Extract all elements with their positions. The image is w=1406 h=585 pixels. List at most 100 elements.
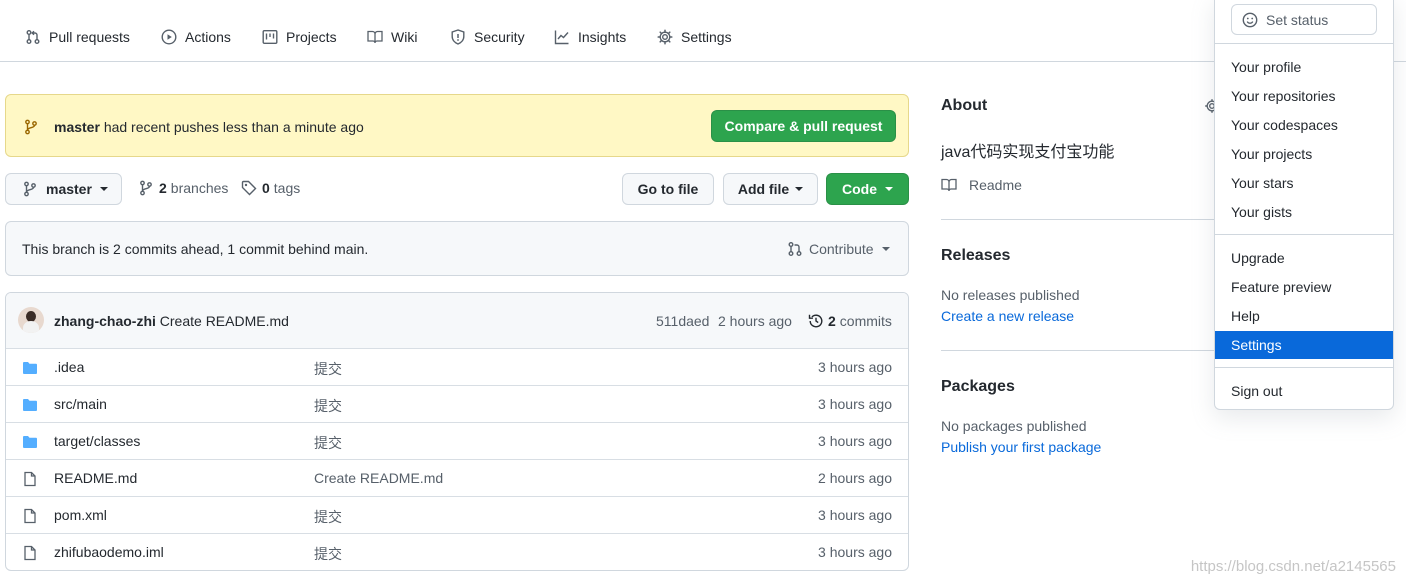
play-icon (161, 29, 177, 45)
branch-icon (22, 181, 38, 197)
branches-link[interactable]: 2 branches (138, 180, 228, 196)
tags-count: 0 (262, 180, 270, 196)
about-heading: About (941, 97, 988, 114)
file-age: 3 hours ago (818, 359, 892, 375)
menu-item-help[interactable]: Help (1215, 302, 1393, 330)
divider (941, 350, 1221, 351)
tags-label: tags (273, 180, 301, 196)
file-commit-message[interactable]: 提交 (314, 544, 342, 564)
tab-insights[interactable]: Insights (554, 27, 626, 47)
contribute-label: Contribute (809, 241, 874, 257)
menu-item-your-projects[interactable]: Your projects (1215, 140, 1393, 168)
readme-link[interactable]: Readme (941, 177, 1022, 193)
file-name[interactable]: README.md (54, 470, 137, 486)
menu-item-feature-preview[interactable]: Feature preview (1215, 273, 1393, 301)
user-menu-dropdown: Set status Your profile Your repositorie… (1214, 0, 1394, 410)
tab-actions[interactable]: Actions (161, 27, 231, 47)
book-icon (367, 29, 383, 45)
add-file-button[interactable]: Add file (723, 173, 818, 205)
file-icon (22, 508, 38, 524)
tab-label: Settings (681, 29, 732, 45)
branch-compare-box: This branch is 2 commits ahead, 1 commit… (5, 221, 909, 276)
table-row[interactable]: .idea 提交 3 hours ago (6, 348, 908, 385)
commit-sha[interactable]: 511daed (656, 313, 709, 329)
table-row[interactable]: src/main 提交 3 hours ago (6, 385, 908, 422)
folder-icon (22, 360, 38, 376)
menu-divider (1215, 367, 1393, 368)
releases-heading[interactable]: Releases (941, 247, 1010, 265)
tag-icon (241, 180, 257, 196)
table-row[interactable]: zhifubaodemo.iml 提交 3 hours ago (6, 533, 908, 570)
latest-commit-bar: zhang-chao-zhi Create README.md 511daed … (6, 293, 908, 348)
branches-count: 2 (159, 180, 167, 196)
file-commit-message[interactable]: 提交 (314, 507, 342, 527)
menu-item-settings[interactable]: Settings (1215, 331, 1393, 359)
tags-link[interactable]: 0 tags (241, 180, 300, 196)
go-to-file-button[interactable]: Go to file (622, 173, 714, 205)
tab-security[interactable]: Security (450, 27, 525, 47)
file-commit-message[interactable]: 提交 (314, 359, 342, 379)
tab-projects[interactable]: Projects (262, 27, 337, 47)
menu-item-upgrade[interactable]: Upgrade (1215, 244, 1393, 272)
menu-item-your-gists[interactable]: Your gists (1215, 198, 1393, 226)
menu-item-your-stars[interactable]: Your stars (1215, 169, 1393, 197)
commits-link[interactable]: 2 commits (808, 313, 892, 329)
file-commit-message[interactable]: 提交 (314, 396, 342, 416)
commit-time: 2 hours ago (718, 313, 792, 329)
commit-summary: zhang-chao-zhi Create README.md (54, 313, 289, 329)
menu-item-your-codespaces[interactable]: Your codespaces (1215, 111, 1393, 139)
file-name[interactable]: src/main (54, 396, 107, 412)
repo-description: java代码实现支付宝功能 (941, 144, 1115, 161)
file-name[interactable]: target/classes (54, 433, 140, 449)
menu-divider (1215, 234, 1393, 235)
divider (941, 219, 1221, 220)
file-commit-message[interactable]: Create README.md (314, 470, 443, 486)
tab-label: Insights (578, 29, 627, 45)
compare-pull-request-button[interactable]: Compare & pull request (711, 110, 896, 142)
tab-pull-requests[interactable]: Pull requests (25, 27, 130, 47)
table-row[interactable]: pom.xml 提交 3 hours ago (6, 496, 908, 533)
tab-wiki[interactable]: Wiki (367, 27, 417, 47)
set-status-button[interactable]: Set status (1231, 4, 1377, 35)
menu-item-your-profile[interactable]: Your profile (1215, 53, 1393, 81)
contribute-button[interactable]: Contribute (787, 241, 890, 257)
no-packages-text: No packages published (941, 418, 1087, 434)
banner-branch[interactable]: master (54, 119, 100, 135)
shield-icon (450, 29, 466, 45)
tab-settings[interactable]: Settings (657, 27, 732, 47)
file-age: 3 hours ago (818, 433, 892, 449)
menu-item-sign-out[interactable]: Sign out (1215, 377, 1393, 405)
file-icon (22, 545, 38, 561)
folder-icon (22, 434, 38, 450)
create-release-link[interactable]: Create a new release (941, 308, 1074, 324)
branch-select-button[interactable]: master (5, 173, 122, 205)
book-icon (941, 177, 957, 193)
publish-package-link[interactable]: Publish your first package (941, 439, 1101, 455)
smiley-icon (1242, 12, 1258, 28)
no-releases-text: No releases published (941, 287, 1080, 303)
commits-label: commits (839, 313, 892, 329)
tab-label: Security (474, 29, 525, 45)
file-age: 3 hours ago (818, 507, 892, 523)
file-name[interactable]: .idea (54, 359, 84, 375)
table-row[interactable]: README.md Create README.md 2 hours ago (6, 459, 908, 496)
file-commit-message[interactable]: 提交 (314, 433, 342, 453)
branches-label: branches (170, 180, 229, 196)
avatar[interactable] (18, 307, 44, 333)
code-button[interactable]: Code (826, 173, 909, 205)
project-icon (262, 29, 278, 45)
go-to-file-label: Go to file (637, 181, 699, 197)
file-age: 3 hours ago (818, 544, 892, 560)
commit-author[interactable]: zhang-chao-zhi (54, 313, 156, 329)
file-list: zhang-chao-zhi Create README.md 511daed … (5, 292, 909, 571)
menu-item-your-repositories[interactable]: Your repositories (1215, 82, 1393, 110)
branch-select-label: master (46, 181, 92, 197)
commit-message[interactable]: Create README.md (160, 313, 289, 329)
readme-label: Readme (969, 177, 1022, 193)
file-name[interactable]: pom.xml (54, 507, 107, 523)
folder-icon (22, 397, 38, 413)
table-row[interactable]: target/classes 提交 3 hours ago (6, 422, 908, 459)
packages-heading[interactable]: Packages (941, 378, 1015, 396)
history-icon (808, 313, 824, 329)
file-name[interactable]: zhifubaodemo.iml (54, 544, 164, 560)
